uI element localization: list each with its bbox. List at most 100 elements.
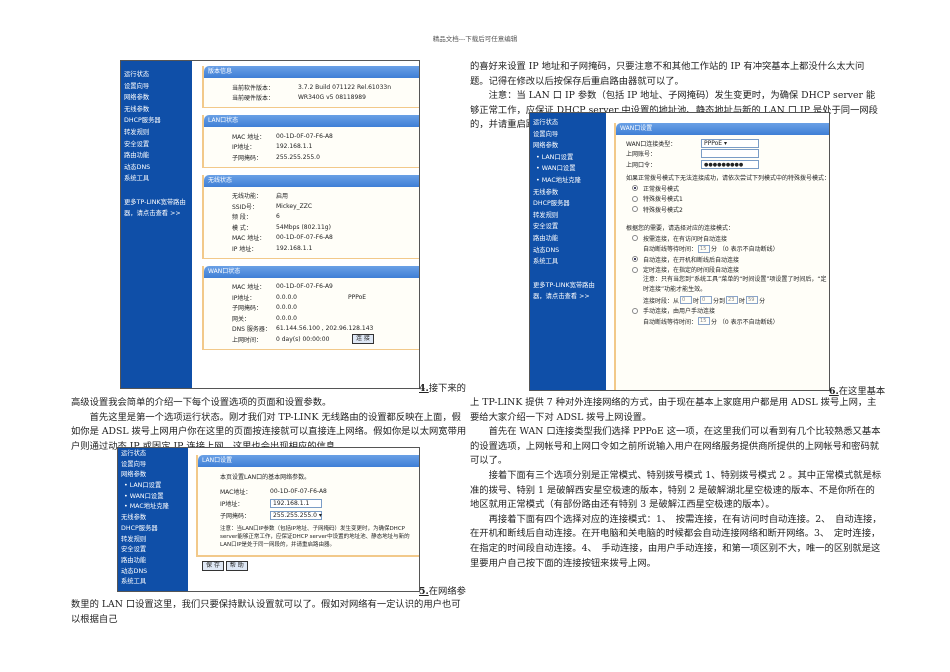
value: WR340G v5 08118989: [298, 94, 366, 102]
label: 上网账号：: [626, 151, 657, 159]
chevron-down-icon: ▾: [318, 511, 322, 519]
wan-type: PPPoE: [348, 293, 367, 301]
mode-auto[interactable]: 自动连接，在开机和断线后自动连接: [626, 254, 829, 265]
note-text: 注意：当LAN口IP参数（包括IP地址、子网掩码）发生变更时，为确保DHCP s…: [220, 526, 410, 548]
paragraph: 上 TP-LINK 提供 7 种对外连接网络的方式，由于现在基本上家庭用户都是用…: [470, 397, 877, 423]
label: 分 （0 表示不自动断线）: [711, 246, 779, 254]
label: IP地址：: [220, 500, 244, 508]
value: 0.0.0.0: [276, 314, 297, 322]
menu-item: 动态DNS: [124, 163, 151, 171]
label: IP地址：: [232, 294, 256, 302]
label: 频 段：: [232, 214, 252, 222]
dial-mode-special1[interactable]: 特殊拨号模式1: [626, 194, 829, 205]
sidebar-menu: 运行状态 设置向导 网络参数 • LAN口设置 • WAN口设置 • MAC地址…: [530, 113, 606, 390]
left-paragraph-continued: 数里的 LAN 口设置这里，我们只要保持默认设置就可以了。假如对网络有一定认识的…: [71, 599, 461, 625]
label: IP 地址：: [232, 245, 258, 253]
menu-item: 运行状态: [121, 450, 147, 457]
wireless-status-panel: 无线状态 无线功能： 启用 SSID号： Mickey_ZZC 频 段： 6 模 式：…: [202, 174, 419, 259]
end-hour-input[interactable]: 23: [726, 296, 739, 305]
menu-item: 无线参数: [533, 188, 559, 196]
promo-link: 更多TP-LINK宽带路由 器，请点击查看 >>: [124, 198, 186, 217]
label: 子网掩码：: [232, 154, 263, 162]
label: SSID号：: [232, 203, 259, 211]
idle-time-input[interactable]: 15: [698, 244, 711, 253]
label: IP地址：: [232, 144, 256, 152]
panel-title: LAN口设置: [198, 455, 419, 467]
value: 0 day(s) 00:00:00: [276, 335, 330, 343]
value: 192.168.1.1: [276, 143, 313, 151]
menu-item: 安全设置: [533, 223, 559, 231]
wan-type-select[interactable]: PPPoE ▾: [701, 138, 759, 148]
menu-item: 系统工具: [121, 578, 147, 586]
menu-item: 动态DNS: [121, 567, 148, 575]
value: 6: [276, 213, 280, 221]
lan-settings-panel: LAN口设置 本页设置LAN口的基本网络参数。 MAC地址： 00-1D-0F-0…: [196, 455, 419, 556]
mode-manual[interactable]: 手动连接，由用户手动连接: [626, 306, 829, 317]
label: 无线功能：: [232, 193, 263, 201]
menu-item: 网络参数: [533, 142, 559, 150]
sidebar-menu: 运行状态 设置向导 网络参数 无线参数 DHCP服务器 转发规则 安全设置 路由…: [121, 61, 192, 388]
panel-title: 无线状态: [204, 174, 419, 187]
menu-item: 无线参数: [121, 514, 147, 522]
value: 00-1D-0F-07-F6-A8: [276, 132, 333, 140]
menu-item: 设置向导: [124, 82, 150, 90]
label: 自动断线等待时间：: [643, 246, 698, 254]
start-hour-input[interactable]: 0: [680, 296, 693, 305]
help-button[interactable]: 帮 助: [225, 561, 248, 571]
value: 3.7.2 Build 071122 Rel.61033n: [298, 83, 392, 91]
label: WAN口连接类型：: [626, 140, 677, 148]
value: 00-1D-0F-07-F6-A9: [276, 283, 333, 291]
menu-item: 路由功能: [121, 556, 147, 564]
radio-icon: [632, 206, 638, 213]
password-input[interactable]: ●●●●●●●●●: [701, 159, 759, 169]
dial-mode-normal[interactable]: 正常拨号模式: [626, 183, 829, 194]
start-minute-input[interactable]: 0: [700, 296, 713, 305]
mode-scheduled[interactable]: 定时连接，在指定的时间段自动连接: [626, 265, 829, 276]
router-status-screenshot: 运行状态 设置向导 网络参数 无线参数 DHCP服务器 转发规则 安全设置 路由…: [120, 60, 420, 389]
value: 0.0.0.0: [276, 293, 297, 301]
dial-mode-special2[interactable]: 特殊拨号模式2: [626, 204, 829, 215]
mac-value: 00-1D-0F-07-F6-A8: [270, 488, 327, 496]
figure-caption: 5.在网络参: [419, 586, 466, 597]
label: MAC地址：: [220, 489, 252, 497]
menu-item: • WAN口设置: [536, 165, 576, 173]
connect-button[interactable]: 连 接: [352, 334, 374, 345]
menu-item: 动态DNS: [533, 246, 560, 254]
paragraph: 的喜好来设置 IP 地址和子网掩码，只要注意不和其他工作站的 IP 有冲突基本上…: [470, 61, 865, 87]
menu-item: 转发规则: [533, 211, 559, 219]
label: 分 （0 表示不自动断线）: [711, 318, 779, 326]
radio-icon: [632, 266, 638, 273]
radio-icon: [632, 235, 638, 242]
radio-icon: [632, 195, 638, 202]
value: Mickey_ZZC: [276, 202, 313, 210]
label: MAC 地址：: [232, 133, 266, 141]
label: 自动断线等待时间：: [643, 318, 698, 326]
value: 192.168.1.1: [276, 244, 313, 252]
panel-title: WAN口状态: [204, 265, 419, 278]
account-input[interactable]: [701, 149, 759, 159]
panel-title: WAN口设置: [616, 123, 829, 135]
menu-item: DHCP服务器: [533, 200, 570, 208]
page-header: 精品文档---下载后可任意编辑: [432, 35, 518, 43]
sidebar-menu: 运行状态 设置向导 网络参数 • LAN口设置 • WAN口设置 • MAC地址…: [118, 448, 188, 591]
save-button[interactable]: 保 存: [202, 561, 224, 571]
intro-text: 本页设置LAN口的基本网络参数。: [220, 473, 311, 481]
end-minute-input[interactable]: 59: [746, 296, 759, 305]
ip-input[interactable]: 192.168.1.1: [270, 498, 322, 508]
menu-item: 路由功能: [124, 152, 150, 160]
label: 网关：: [232, 315, 251, 323]
hint-text: 如果正常拨号模式下无法连接成功，请依次尝试下列模式中的特殊拨号模式：: [626, 175, 830, 183]
radio-icon: [632, 307, 638, 314]
label: 当前硬件版本：: [232, 95, 275, 103]
lan-status-panel: LAN口状态 MAC 地址： 00-1D-0F-07-F6-A8 IP地址： 192…: [202, 115, 419, 168]
idle-time-input[interactable]: 15: [698, 317, 711, 326]
label: 模 式：: [232, 224, 252, 232]
menu-item: 转发规则: [121, 535, 147, 543]
menu-item: 设置向导: [121, 460, 147, 468]
chevron-down-icon: ▾: [724, 139, 728, 147]
wan-settings-screenshot: 运行状态 设置向导 网络参数 • LAN口设置 • WAN口设置 • MAC地址…: [529, 112, 830, 391]
radio-icon: [632, 185, 638, 192]
subnet-mask-select[interactable]: 255.255.255.0 ▾: [270, 510, 322, 520]
value: 54Mbps (802.11g): [276, 223, 331, 231]
mode-on-demand[interactable]: 按需连接，在有访问时自动连接: [626, 233, 829, 244]
